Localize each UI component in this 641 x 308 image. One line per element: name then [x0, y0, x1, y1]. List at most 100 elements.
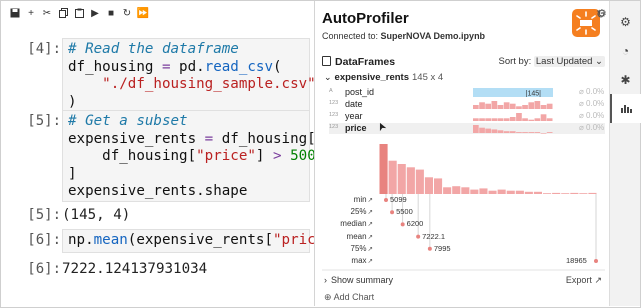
spark-bar — [473, 125, 479, 133]
stat-name: 75% — [350, 243, 367, 253]
histogram-bar[interactable] — [415, 169, 424, 194]
copy-icon[interactable] — [55, 6, 71, 20]
histogram-bar[interactable] — [379, 144, 388, 194]
histogram-bar[interactable] — [479, 188, 488, 194]
copy-link-icon[interactable]: ↗ — [368, 196, 373, 204]
dataframe-entry[interactable]: ⌄ expensive_rents 145 x 4 — [324, 72, 443, 83]
bug-icon[interactable]: ✱ — [610, 65, 641, 94]
copy-link-icon[interactable]: ↗ — [368, 208, 373, 216]
histogram-bar[interactable] — [533, 191, 542, 194]
spark-bar — [516, 113, 522, 121]
cut-icon[interactable]: ✂ — [39, 6, 55, 20]
dataframe-shape: 145 x 4 — [412, 72, 444, 83]
paste-icon[interactable] — [71, 6, 87, 20]
restart-icon[interactable]: ↻ — [119, 6, 135, 20]
spark-bar — [485, 103, 491, 109]
code-editor[interactable]: # Read the dataframe df_housing = pd.read… — [62, 38, 314, 113]
copy-link-icon[interactable]: ↗ — [368, 220, 373, 228]
code-token: = — [161, 58, 171, 75]
column-row-date[interactable]: 123 date ⌀ 0.0% — [329, 99, 605, 110]
input-prompt: [4]: — [27, 41, 61, 57]
histogram-bar[interactable] — [524, 191, 533, 194]
price-histogram — [379, 144, 597, 194]
export-button[interactable]: Export ↗ — [566, 275, 602, 286]
show-summary-toggle[interactable]: › Show summary — [324, 275, 393, 285]
external-link-icon: ↗ — [594, 275, 602, 285]
dataframe-icon — [322, 56, 331, 66]
show-summary-label: Show summary — [331, 275, 394, 285]
stat-value: 18965 — [566, 256, 587, 265]
histogram-bar[interactable] — [561, 193, 570, 194]
histogram-bar[interactable] — [470, 189, 479, 194]
histogram-bar[interactable] — [488, 190, 497, 194]
missing-pct: ⌀ 0.0% — [579, 99, 605, 108]
histogram-bar[interactable] — [588, 192, 597, 194]
spark-bar — [509, 117, 516, 121]
add-icon[interactable]: + — [23, 6, 39, 20]
sort-select[interactable]: Last Updated ⌄ — [533, 56, 605, 67]
settings-icon[interactable]: ⚙ — [597, 7, 607, 20]
spark-bar — [473, 105, 479, 109]
copy-link-icon[interactable]: ↗ — [368, 233, 373, 241]
histogram-bar[interactable] — [543, 193, 552, 194]
cell-output: 7222.124137931034 — [62, 261, 208, 277]
histogram-bar[interactable] — [579, 193, 588, 194]
run-icon[interactable]: ▶ — [87, 6, 103, 20]
chevron-down-icon: ⌄ — [324, 72, 332, 82]
profiler-title: AutoProfiler — [322, 10, 409, 27]
column-row-post-id[interactable]: Apost_id |145| ⌀ 0.0% — [329, 87, 605, 98]
spark-bar — [534, 132, 541, 133]
notebook-name: SuperNOVA Demo.ipynb — [380, 31, 486, 41]
chevron-right-icon: › — [324, 275, 327, 285]
stat-label: 25% ↗ — [315, 207, 373, 216]
code-token: ] — [255, 148, 274, 164]
spark-bar — [485, 128, 491, 133]
histogram-bar[interactable] — [515, 190, 524, 194]
spark-bar — [522, 118, 528, 121]
code-token: read_csv — [204, 58, 274, 75]
histogram-bar[interactable] — [452, 186, 461, 194]
stop-icon[interactable]: ■ — [103, 6, 119, 20]
dataframes-section: DataFrames — [322, 56, 395, 68]
histogram-bar[interactable] — [506, 190, 515, 194]
code-token: = — [204, 130, 214, 147]
histogram-bar[interactable] — [434, 178, 443, 194]
stat-label: median ↗ — [315, 219, 373, 228]
histogram-bar[interactable] — [552, 192, 561, 194]
column-sparkline — [473, 113, 553, 121]
code-editor[interactable]: np.mean(expensive_rents["price"]) — [62, 229, 314, 253]
histogram-bar[interactable] — [461, 187, 470, 194]
autoprofiler-panel: AutoProfiler Connected to: SuperNOVA Dem… — [314, 1, 609, 306]
code-line: ] — [68, 166, 305, 184]
code-token: expensive_rents — [68, 130, 205, 147]
fast-forward-icon[interactable]: ⏩ — [135, 6, 151, 20]
histogram-bar[interactable] — [406, 167, 415, 194]
column-row-price[interactable]: 123 price ⌀ 0.0% — [329, 123, 605, 134]
property-inspector-icon[interactable]: ⚙ — [610, 7, 641, 36]
copy-link-icon[interactable]: ↗ — [368, 257, 373, 265]
add-chart-button[interactable]: ⊕ Add Chart — [324, 292, 374, 303]
stat-name: max — [351, 256, 367, 265]
section-title: DataFrames — [335, 56, 396, 68]
column-row-year[interactable]: 123 year ⌀ 0.0% — [329, 111, 605, 122]
histogram-bar[interactable] — [497, 189, 506, 194]
histogram-bar[interactable] — [570, 192, 579, 194]
code-line: # Read the dataframe — [68, 41, 305, 59]
missing-pct: ⌀ 0.0% — [579, 87, 605, 96]
code-line: expensive_rents = df_housing[ — [68, 130, 314, 149]
debugger-speed-icon[interactable]: ◔ — [610, 36, 641, 65]
histogram-bar[interactable] — [397, 164, 406, 194]
histogram-bar[interactable] — [388, 160, 397, 194]
histogram-bar[interactable] — [443, 187, 452, 194]
save-icon[interactable] — [7, 6, 23, 20]
histogram-bar[interactable] — [424, 177, 433, 194]
code-token: df_housing[ — [68, 148, 197, 164]
code-editor[interactable]: # Get a subset expensive_rents = df_housi… — [62, 110, 314, 202]
copy-link-icon[interactable]: ↗ — [368, 245, 373, 253]
category-bar — [473, 88, 553, 97]
code-line: expensive_rents.shape — [68, 183, 305, 201]
profiler-chart-icon[interactable] — [610, 94, 641, 123]
input-prompt: [6]: — [27, 232, 61, 248]
chevron-down-icon: ⌄ — [595, 56, 603, 67]
add-chart-label: Add Chart — [333, 292, 375, 302]
